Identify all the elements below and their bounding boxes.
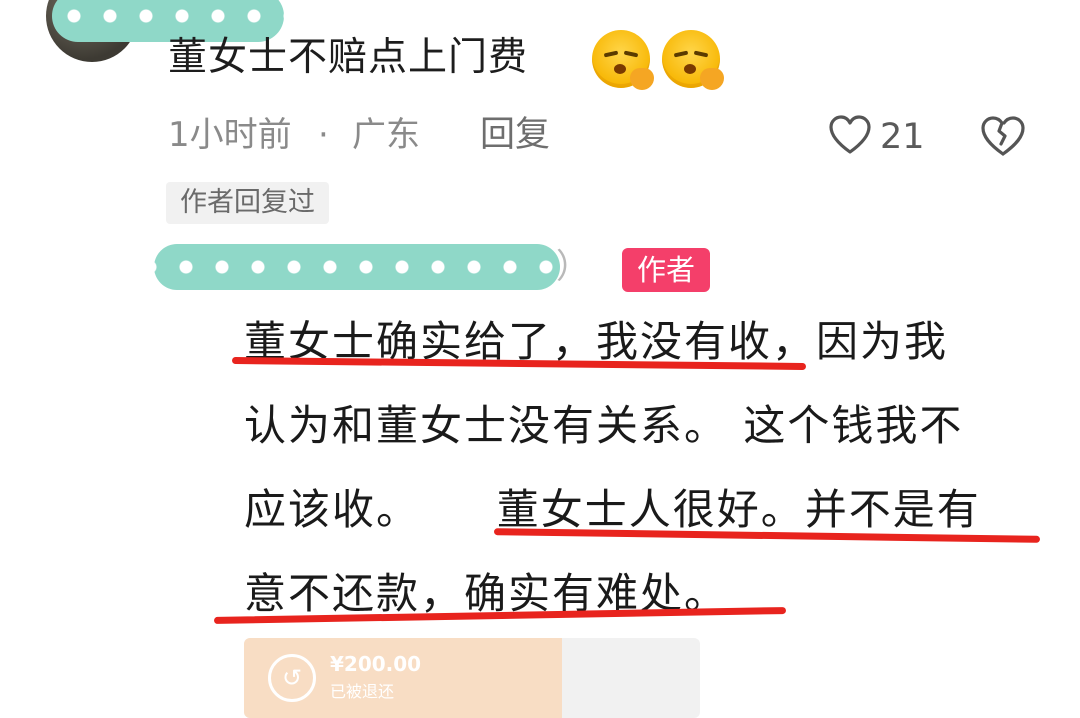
comment-location: 广东: [352, 115, 420, 155]
refund-icon: ↺: [268, 654, 316, 702]
redaction-scribble: [154, 244, 560, 290]
reply-text-line: 意不还款，确实有难处。: [244, 569, 729, 618]
comment-text: 董女士不赔点上门费: [168, 35, 529, 80]
author-replied-tag[interactable]: 作者回复过: [166, 182, 329, 224]
meta-separator: ·: [318, 115, 329, 155]
shushing-face-emoji-icon: [592, 30, 654, 90]
shushing-face-emoji-icon: [662, 30, 724, 90]
heart-icon[interactable]: [828, 114, 872, 158]
reply-button[interactable]: 回复: [480, 110, 550, 160]
broken-heart-icon[interactable]: [980, 114, 1026, 158]
transfer-amount: ¥200.00: [330, 652, 422, 676]
comment-time: 1小时前: [168, 115, 292, 155]
author-badge: 作者: [622, 248, 710, 292]
reply-text-line: 董女士确实给了，我没有收，因为我: [244, 317, 949, 366]
transfer-card-panel: ↺ ¥200.00 已被退还: [244, 638, 562, 718]
author-name-suffix: ）: [556, 247, 590, 287]
transfer-status: 已被退还: [330, 682, 395, 701]
reply-text-line: 认为和董女士没有关系。 这个钱我不: [244, 401, 964, 450]
transfer-card[interactable]: ↺ ¥200.00 已被退还: [244, 638, 700, 718]
like-count: 21: [880, 117, 925, 157]
